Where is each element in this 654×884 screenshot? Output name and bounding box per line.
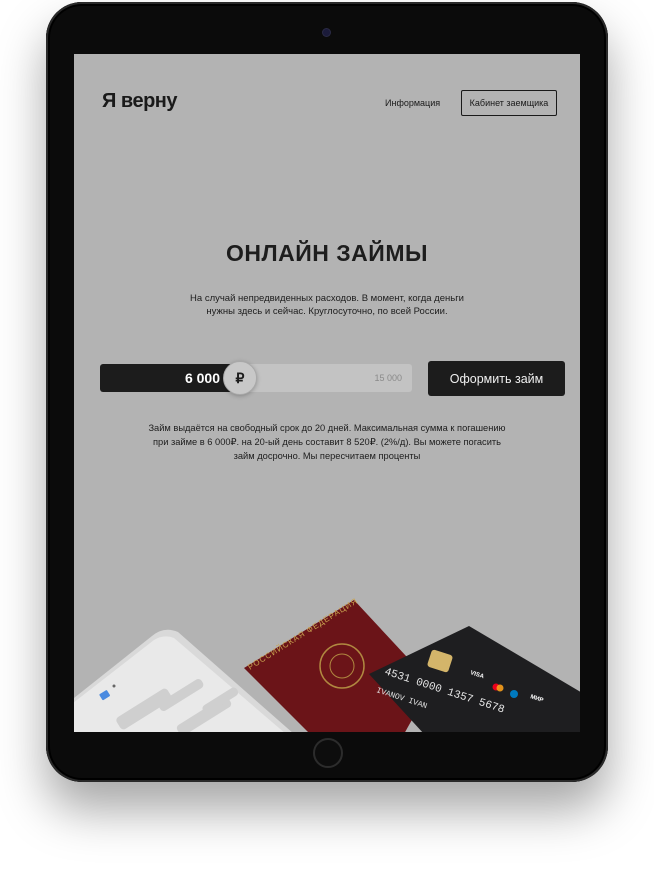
apply-loan-button[interactable]: Оформить займ [428, 361, 565, 396]
camera-icon [323, 29, 330, 36]
documents-illustration: РОССИЙСКАЯ ФЕДЕРАЦИЯ IVANOV IVAN 4531 00… [74, 596, 580, 732]
slider-handle[interactable]: ₽ [223, 361, 257, 395]
nav-link-info[interactable]: Информация [385, 98, 440, 108]
ruble-icon: ₽ [235, 369, 245, 386]
site-logo[interactable]: Я верну [102, 90, 178, 113]
page-title: ОНЛАЙН ЗАЙМЫ [225, 240, 428, 266]
tablet-frame: Я верну Информация Кабинет заемщика ОНЛА… [46, 2, 608, 782]
loan-info-text: Займ выдаётся на свободный срок до 20 дн… [148, 423, 506, 461]
loan-amount-slider[interactable]: 6 000 15 000 ₽ [100, 361, 412, 395]
loan-amount-value: 6 000 [184, 370, 220, 386]
home-button[interactable] [313, 738, 343, 768]
website-screen: Я верну Информация Кабинет заемщика ОНЛА… [74, 54, 580, 732]
page-subtitle: На случай непредвиденных расходов. В мом… [190, 293, 464, 317]
slider-max-label: 15 000 [374, 373, 402, 383]
borrower-cabinet-button[interactable]: Кабинет заемщика [461, 90, 557, 116]
